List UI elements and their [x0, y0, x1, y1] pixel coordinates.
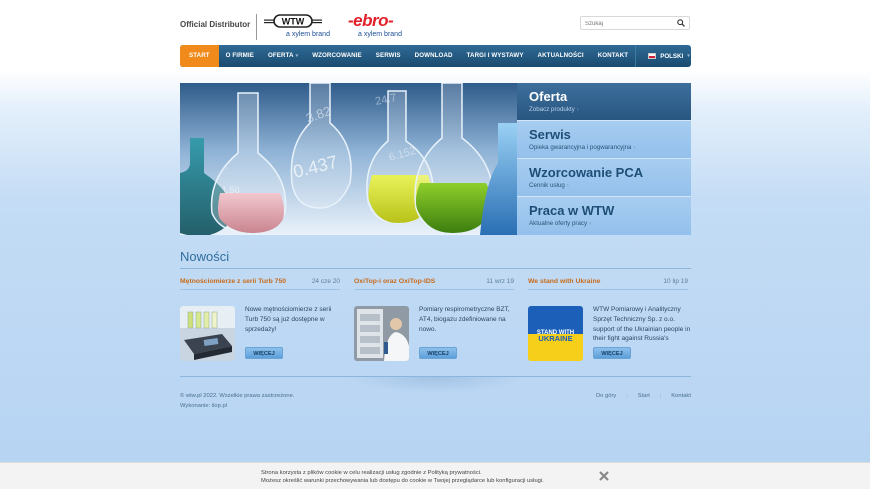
more-button[interactable]: WIĘCEJ: [245, 347, 283, 359]
news-date: 11 wrz 19: [486, 278, 514, 285]
nav-item-label: SERWIS: [375, 52, 401, 59]
nav-item-download[interactable]: DOWNLOAD: [408, 45, 460, 67]
search-box: [580, 16, 690, 30]
banner-item-title: Oferta: [529, 89, 568, 104]
official-distributor-label: Official Distributor: [180, 20, 251, 29]
nav-item-serwis[interactable]: SERWIS: [369, 45, 408, 67]
banner-item-subtitle: Zobacz produkty: [529, 106, 575, 113]
nav-item-label: DOWNLOAD: [414, 52, 453, 59]
search-icon[interactable]: [677, 19, 685, 27]
wtw-logo-text: WTW: [282, 17, 305, 27]
chevron-down-icon: ▾: [687, 53, 690, 59]
banner-item-wzorcowanie[interactable]: Wzorcowanie PCA Cennik usług ›: [517, 159, 691, 197]
news-divider: [180, 268, 691, 269]
banner-item-serwis[interactable]: Serwis Opieka gwarancyjna i pogwarancyjn…: [517, 121, 691, 159]
more-button[interactable]: WIĘCEJ: [419, 347, 457, 359]
wtw-xylem-label: a xylem brand: [286, 31, 330, 38]
ukraine-image-text: UKRAINE: [538, 334, 572, 343]
footer-link-start[interactable]: Start: [638, 393, 650, 399]
nav-item-label: O FIRMIE: [225, 52, 254, 59]
cookie-text-line: Strona korzysta z plików cookie w celu r…: [261, 470, 482, 476]
more-button[interactable]: WIĘCEJ: [593, 347, 631, 359]
chevron-down-icon: ▾: [295, 53, 299, 59]
news-item: OxiTop-i oraz OxiTop-IDS 11 wrz 19 Pomia…: [354, 278, 514, 361]
nav-item-label: WZORCOWANIE: [312, 52, 362, 59]
nav-item-label: OFERTA: [267, 52, 294, 59]
banner-item-title: Serwis: [529, 127, 571, 142]
news-excerpt: WTW Pomiarowy i Analityczny Sprzęt Techn…: [593, 306, 691, 343]
news-item: Mętnościomierze z serii Turb 750 24 cze …: [180, 278, 340, 361]
site-header: Official Distributor WTW a xylem brand -…: [180, 11, 691, 44]
cookie-bar: Strona korzysta z plików cookie w celu r…: [0, 462, 870, 489]
footer-links: Do góry | Start | Kontakt: [596, 393, 691, 399]
chevron-right-icon: ›: [589, 220, 592, 227]
search-input[interactable]: [585, 18, 673, 29]
oxitop-lab-image[interactable]: [354, 306, 409, 361]
ukraine-flag-image[interactable]: STAND WITH UKRAINE: [528, 306, 583, 361]
footer-link-kontakt[interactable]: Kontakt: [671, 393, 691, 399]
nav-item-kontakt[interactable]: KONTAKT: [591, 45, 636, 67]
footer-separator: |: [659, 393, 662, 399]
banner-item-title: Praca w WTW: [529, 203, 615, 218]
made-by-link[interactable]: Wykonanie: ilop.pl: [180, 403, 691, 409]
cookie-text: Strona korzysta z plików cookie w celu r…: [261, 469, 544, 485]
news-item: We stand with Ukraine 10 lip 19 STAND WI…: [528, 278, 690, 361]
banner-item-oferta[interactable]: Oferta Zobacz produkty ›: [517, 83, 691, 121]
news-excerpt: Nowe mętnościomierze z serii Turb 750 są…: [245, 306, 332, 333]
nav-item-label: AKTUALNOŚCI: [537, 52, 584, 59]
cookie-text-line: Możesz określić warunki przechowywania l…: [261, 478, 544, 485]
wtw-logo[interactable]: WTW: [264, 14, 322, 28]
nav-item-label: START: [189, 52, 210, 59]
chevron-right-icon: ›: [633, 144, 636, 151]
turbidimeter-image[interactable]: [180, 306, 235, 361]
lab-flasks-image: 0.437 3.82 24.7 6.152 1.50: [180, 83, 517, 235]
banner-item-praca[interactable]: Praca w WTW Aktualne oferty pracy ›: [517, 197, 691, 235]
chevron-right-icon: ›: [576, 106, 579, 113]
hero-image: 0.437 3.82 24.7 6.152 1.50: [180, 83, 517, 235]
nav-item-targi[interactable]: TARGI I WYSTAWY: [460, 45, 531, 67]
language-label: POLSKI: [660, 52, 684, 60]
news-item-divider: [180, 289, 340, 290]
banner-item-subtitle: Cennik usług: [529, 182, 565, 189]
banner-side-menu: Oferta Zobacz produkty › Serwis Opieka gw…: [517, 83, 691, 235]
news-heading: Nowości: [180, 249, 230, 264]
news-date: 10 lip 19: [663, 278, 688, 285]
news-date: 24 cze 20: [311, 278, 340, 285]
chevron-right-icon: ›: [566, 182, 569, 189]
close-icon[interactable]: [598, 470, 610, 482]
header-divider: [256, 14, 257, 40]
nav-item-start[interactable]: START: [180, 45, 219, 67]
news-item-divider: [528, 289, 688, 290]
banner-item-subtitle: Aktualne oferty pracy: [529, 220, 588, 227]
ebro-logo[interactable]: -ebro-: [348, 11, 394, 31]
banner-item-title: Wzorcowanie PCA: [529, 165, 644, 180]
footer-shadow: [345, 377, 525, 393]
nav-item-label: TARGI I WYSTAWY: [466, 52, 524, 59]
poland-flag-icon: [648, 53, 657, 59]
footer-link-top[interactable]: Do góry: [596, 393, 616, 399]
banner-item-subtitle: Opieka gwarancyjna i pogwarancyjna: [529, 144, 632, 151]
news-item-divider: [354, 289, 514, 290]
nav-item-o-firmie[interactable]: O FIRMIE: [219, 45, 261, 67]
nav-item-wzorcowanie[interactable]: WZORCOWANIE: [305, 45, 369, 67]
banner: 0.437 3.82 24.7 6.152 1.50 Oferta Zobacz…: [180, 83, 691, 235]
nav-item-aktualnosci[interactable]: AKTUALNOŚCI: [531, 45, 591, 67]
nav-item-oferta[interactable]: OFERTA ▾: [261, 45, 305, 67]
footer-separator: |: [626, 393, 628, 399]
language-selector[interactable]: POLSKI ▾: [635, 45, 702, 67]
ebro-xylem-label: a xylem brand: [358, 31, 402, 38]
news-excerpt: Pomiary respirometryczne BZT, AT4, bioga…: [419, 306, 510, 333]
nav-item-label: KONTAKT: [597, 52, 629, 59]
main-nav: START O FIRMIE OFERTA ▾ WZORCOWANIE SERWI…: [180, 45, 691, 67]
